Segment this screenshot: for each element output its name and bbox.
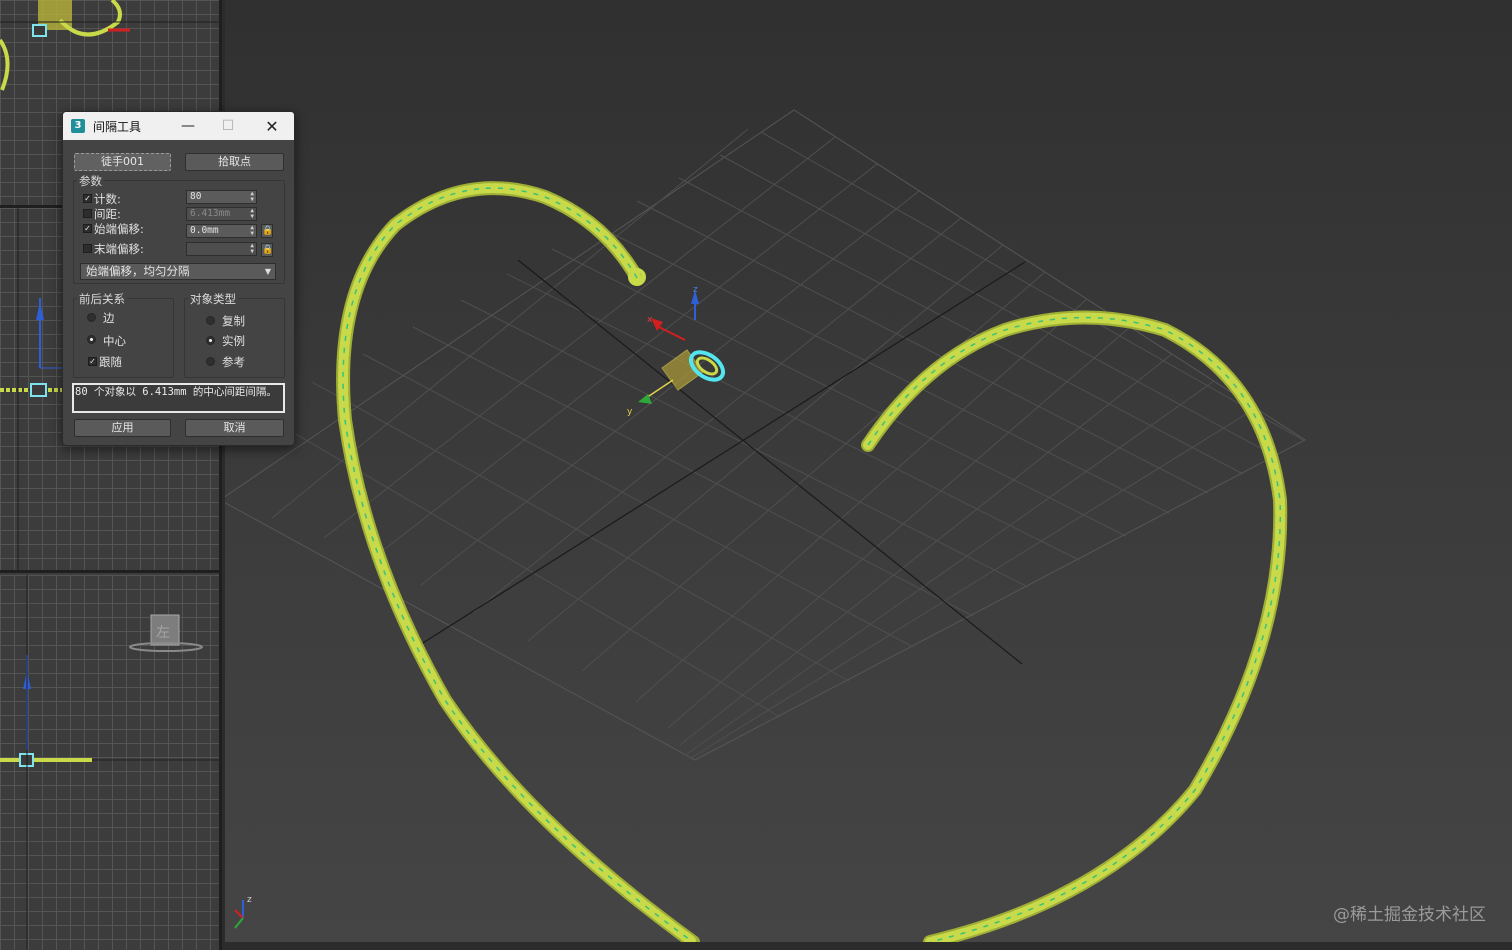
start-offset-value: 0.0mm <box>190 225 219 236</box>
start-offset-lock-icon[interactable]: 🔒 <box>261 224 273 238</box>
context-group-label: 前后关系 <box>77 291 127 307</box>
transform-gizmo[interactable]: x y z <box>627 285 728 417</box>
perspective-viewport[interactable]: x y z z <box>225 0 1512 942</box>
axis-x-label: x <box>647 315 653 325</box>
watermark: @稀土掘金技术社区 <box>1333 905 1486 925</box>
apply-button[interactable]: 应用 <box>74 419 171 437</box>
object-type-reference-label: 参考 <box>222 355 245 369</box>
context-center-radio[interactable] <box>87 335 96 344</box>
spacing-tool-dialog: 3 间隔工具 — ☐ ✕ 徒手001 拾取点 参数 ✓ 计数: 80 ▲ ▼ 间距:… <box>62 111 295 446</box>
distribution-dropdown[interactable]: 始端偏移，均匀分隔 ▼ <box>80 263 276 280</box>
cancel-button[interactable]: 取消 <box>185 419 284 437</box>
end-offset-spinner[interactable]: ▲ ▼ <box>186 242 257 256</box>
object-type-instance-radio[interactable] <box>206 336 215 345</box>
count-value: 80 <box>190 191 202 202</box>
viewport-divider <box>0 570 219 573</box>
chevron-down-icon: ▼ <box>264 267 271 276</box>
object-type-reference-radio[interactable] <box>206 357 215 366</box>
object-type-copy-radio[interactable] <box>206 316 215 325</box>
start-offset-label: 始端偏移: <box>94 222 144 236</box>
viewport-bottom-edge <box>225 942 1512 950</box>
context-edge-radio[interactable] <box>87 313 96 322</box>
start-offset-spinner[interactable]: 0.0mm ▲ ▼ <box>186 224 257 238</box>
spacing-value: 6.413mm <box>190 208 231 219</box>
object-type-group-label: 对象类型 <box>188 291 238 307</box>
spinner-arrows-icon: ▲ ▼ <box>250 224 254 237</box>
close-icon: ✕ <box>265 116 279 136</box>
app-icon: 3 <box>71 119 85 133</box>
svg-text:z: z <box>247 895 252 905</box>
axis-z-label: z <box>693 285 698 295</box>
spacing-checkbox[interactable] <box>83 209 92 218</box>
maximize-icon: ☐ <box>221 118 235 134</box>
count-label: 计数: <box>94 192 121 206</box>
distribution-selected: 始端偏移，均匀分隔 <box>86 264 190 278</box>
spacing-spinner[interactable]: 6.413mm ▲ ▼ <box>186 207 257 221</box>
context-center-label: 中心 <box>103 334 126 348</box>
left-viewport[interactable]: 左 <box>0 575 219 950</box>
count-checkbox[interactable]: ✓ <box>83 194 92 203</box>
dialog-titlebar[interactable]: 3 间隔工具 — ☐ ✕ <box>63 112 294 140</box>
minimize-button[interactable]: — <box>168 112 208 140</box>
spinner-arrows-icon: ▲ ▼ <box>250 190 254 203</box>
follow-label: 跟随 <box>99 355 122 369</box>
parameters-group-label: 参数 <box>77 173 104 189</box>
status-text: 80 个对象以 6.413mm 的中心间距间隔。 <box>72 383 285 413</box>
start-offset-checkbox[interactable]: ✓ <box>83 224 92 233</box>
pick-path-button[interactable]: 徒手001 <box>74 153 171 171</box>
dialog-title: 间隔工具 <box>93 119 142 134</box>
close-button[interactable]: ✕ <box>252 112 292 140</box>
minimize-icon: — <box>181 118 195 134</box>
pick-points-button[interactable]: 拾取点 <box>185 153 284 171</box>
axis-y-label: y <box>627 407 633 417</box>
count-spinner[interactable]: 80 ▲ ▼ <box>186 190 257 204</box>
spinner-arrows-icon: ▲ ▼ <box>250 242 254 255</box>
left-viewport-drawing: 左 <box>0 575 219 950</box>
view-axis-tripod: z <box>234 895 252 929</box>
context-edge-label: 边 <box>103 311 115 325</box>
maximize-button[interactable]: ☐ <box>208 112 248 140</box>
end-offset-checkbox[interactable] <box>83 244 92 253</box>
end-offset-lock-icon[interactable]: 🔒 <box>261 243 273 257</box>
spacing-label: 间距: <box>94 207 121 221</box>
perspective-scene: x y z z <box>225 109 1306 942</box>
object-type-instance-label: 实例 <box>222 334 245 348</box>
end-offset-label: 末端偏移: <box>94 242 144 256</box>
chain-heart[interactable] <box>336 181 1288 942</box>
spinner-arrows-icon: ▲ ▼ <box>250 207 254 220</box>
home-grid <box>225 109 1306 761</box>
follow-checkbox[interactable]: ✓ <box>88 357 97 366</box>
object-type-copy-label: 复制 <box>222 314 245 328</box>
viewcube-label: 左 <box>156 625 170 641</box>
